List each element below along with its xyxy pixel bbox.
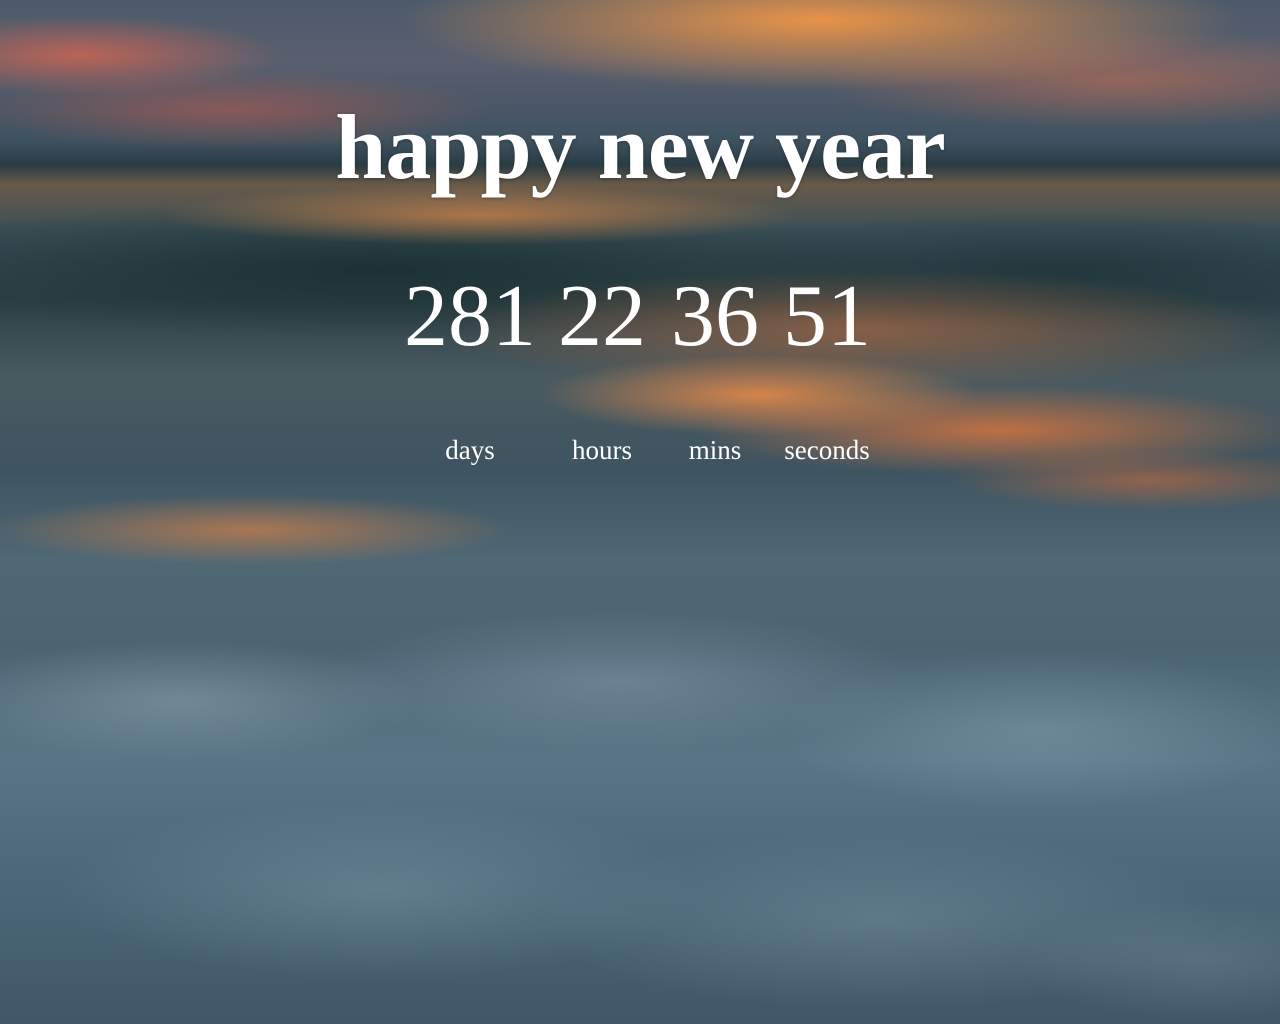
countdown-timer: 281 days 22 hours 36 mins 51 seconds (0, 262, 1280, 482)
days-value: 281 (404, 268, 536, 365)
seconds-label: seconds (784, 435, 870, 465)
seconds-value: 51 (783, 268, 871, 365)
countdown-days: 281 days (400, 262, 540, 468)
wave-foam-overlay (0, 560, 1280, 1024)
days-label: days (445, 435, 495, 465)
page-title: happy new year (335, 96, 946, 198)
countdown-seconds: 51 seconds (757, 262, 897, 468)
